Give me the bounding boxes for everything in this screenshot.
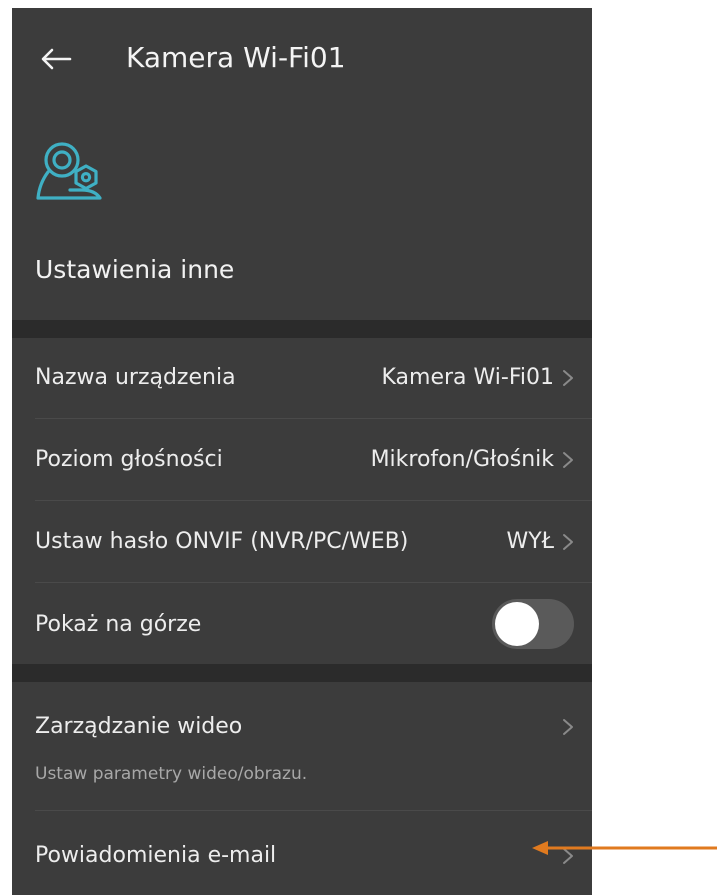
show-on-top-row: Pokaż na górze <box>12 583 592 664</box>
page-title: Kamera Wi-Fi01 <box>126 41 346 74</box>
onvif-password-row[interactable]: Ustaw hasło ONVIF (NVR/PC/WEB) WYŁ <box>12 501 592 582</box>
arrow-left-icon <box>41 48 72 70</box>
volume-row[interactable]: Poziom głośności Mikrofon/Głośnik <box>12 419 592 500</box>
volume-value: Mikrofon/Głośnik <box>370 447 554 472</box>
section-separator <box>12 320 592 338</box>
volume-label: Poziom głośności <box>35 447 223 472</box>
chevron-right-icon <box>563 719 573 735</box>
device-name-value: Kamera Wi-Fi01 <box>381 365 555 390</box>
email-notifications-row[interactable]: Powiadomienia e-mail <box>12 811 592 895</box>
email-notifications-label: Powiadomienia e-mail <box>35 843 277 868</box>
show-on-top-toggle[interactable] <box>492 599 574 649</box>
show-on-top-label: Pokaż na górze <box>35 612 202 637</box>
video-management-row[interactable]: Zarządzanie wideo Ustaw parametry wideo/… <box>12 682 592 810</box>
device-name-row[interactable]: Nazwa urządzenia Kamera Wi-Fi01 <box>12 338 592 418</box>
camera-settings-icon <box>36 142 102 200</box>
chevron-right-icon <box>563 370 573 386</box>
back-button[interactable] <box>40 48 72 70</box>
app-screen: Kamera Wi-Fi01 Ustawienia inne Nazwa urz… <box>12 8 592 895</box>
section-heading: Ustawienia inne <box>35 255 235 284</box>
onvif-password-label: Ustaw hasło ONVIF (NVR/PC/WEB) <box>35 529 409 554</box>
annotation-arrow-icon <box>532 841 717 855</box>
app-header: Kamera Wi-Fi01 <box>12 8 592 118</box>
video-management-label: Zarządzanie wideo <box>35 714 243 739</box>
device-name-label: Nazwa urządzenia <box>35 365 236 390</box>
chevron-right-icon <box>563 534 573 550</box>
onvif-password-value: WYŁ <box>506 529 554 554</box>
section-separator <box>12 664 592 682</box>
video-management-subtitle: Ustaw parametry wideo/obrazu. <box>35 764 308 784</box>
chevron-right-icon <box>563 452 573 468</box>
toggle-knob <box>495 602 539 646</box>
